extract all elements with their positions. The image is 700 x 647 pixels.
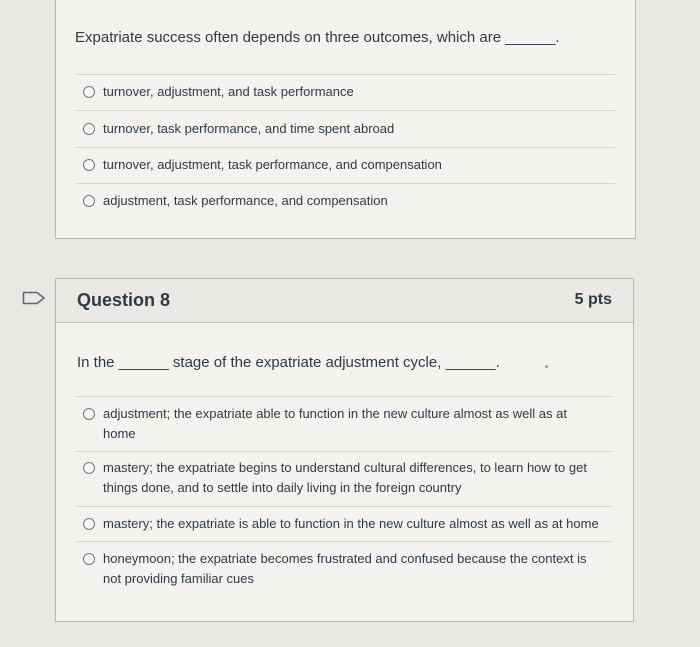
radio-button[interactable] [83,462,95,474]
divider [76,451,613,452]
divider [76,74,615,75]
question-7-card: Expatriate success often depends on thre… [55,0,636,239]
divider [76,183,615,184]
answer-label: honeymoon; the expatriate becomes frustr… [103,551,587,586]
answer-label: turnover, adjustment, and task performan… [103,84,354,99]
radio-button[interactable] [83,553,95,565]
divider [76,110,615,111]
answer-label: turnover, task performance, and time spe… [103,121,395,136]
answer-label: mastery; the expatriate is able to funct… [103,516,599,531]
answer-option[interactable]: turnover, adjustment, and task performan… [83,84,354,102]
answer-option[interactable]: adjustment, task performance, and compen… [83,193,388,211]
divider [76,541,613,542]
divider [76,396,613,397]
answer-option[interactable]: turnover, task performance, and time spe… [83,121,394,139]
divider [76,147,615,148]
answer-option[interactable]: mastery; the expatriate is able to funct… [83,516,618,534]
answer-option[interactable]: mastery; the expatriate begins to unders… [83,460,618,498]
divider [76,506,613,507]
radio-button[interactable] [83,123,95,135]
flag-outline-icon[interactable] [22,291,46,305]
radio-button[interactable] [83,86,95,98]
radio-button[interactable] [83,195,95,207]
answer-option[interactable]: turnover, adjustment, task performance, … [83,157,442,175]
question-8-text: In the ______ stage of the expatriate ad… [77,354,500,371]
question-7-text: Expatriate success often depends on thre… [75,29,560,46]
question-points: 5 pts [574,291,612,308]
answer-label: adjustment, task performance, and compen… [103,193,388,208]
answer-option[interactable]: honeymoon; the expatriate becomes frustr… [83,551,603,589]
dust-dot [545,365,548,368]
radio-button[interactable] [83,408,95,420]
answer-label: mastery; the expatriate begins to unders… [103,460,587,495]
answer-label: turnover, adjustment, task performance, … [103,157,442,172]
answer-label: adjustment; the expatriate able to funct… [103,406,567,441]
question-title: Question 8 [77,290,171,310]
question-header: Question 8 5 pts [56,279,633,323]
answer-option[interactable]: adjustment; the expatriate able to funct… [83,406,603,444]
radio-button[interactable] [83,159,95,171]
radio-button[interactable] [83,518,95,530]
question-8-card: Question 8 5 pts In the ______ stage of … [55,278,634,622]
